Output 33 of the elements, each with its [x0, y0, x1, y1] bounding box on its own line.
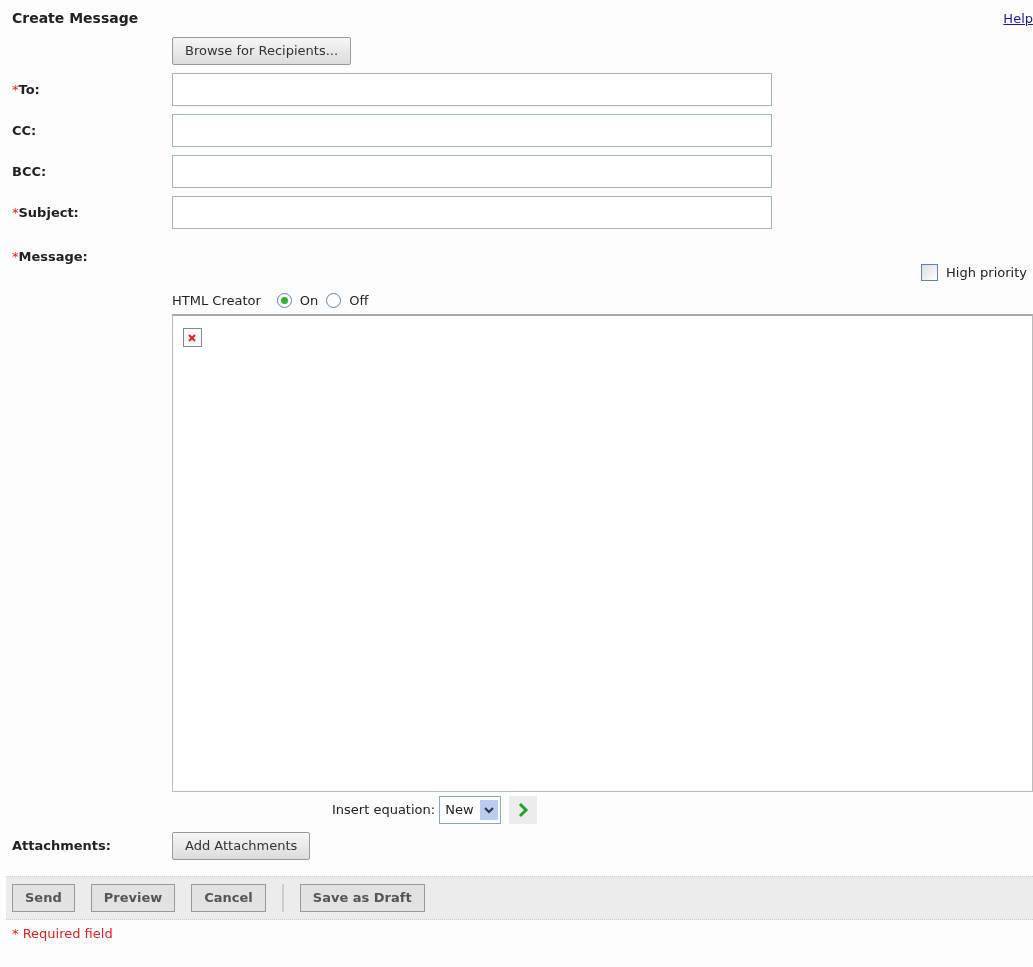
required-note: * Required field	[12, 925, 114, 943]
required-marker: *	[12, 249, 19, 264]
input-field[interactable]	[172, 114, 772, 147]
checkbox-label: High priority	[946, 264, 1027, 282]
radio-label: On	[299, 291, 319, 310]
required-marker: *	[12, 204, 19, 220]
html-creator-label: HTML Creator	[172, 291, 261, 310]
required-marker: *	[12, 81, 19, 97]
input-field[interactable]	[172, 155, 772, 188]
browse-button[interactable]: Browse for Recipients...	[172, 37, 352, 65]
input-field[interactable]	[172, 73, 772, 106]
equation-label: Insert equation:	[332, 801, 436, 820]
action-button[interactable]: Preview	[90, 884, 176, 912]
input-field[interactable]	[172, 196, 772, 229]
broken-image-icon	[183, 328, 203, 348]
radio-label: Off	[349, 291, 369, 310]
action-button[interactable]: Send	[12, 884, 75, 912]
help-link[interactable]: Help	[1003, 8, 1033, 29]
page-title: Create Message	[12, 9, 139, 28]
action-button[interactable]: Save as Draft	[299, 884, 425, 912]
equation-select[interactable]: New	[439, 796, 501, 824]
dropdown-icon	[479, 800, 498, 820]
field-label: Message:	[18, 249, 88, 264]
radio-button[interactable]	[326, 292, 342, 308]
field-label: CC:	[12, 122, 37, 138]
field-label: Subject:	[18, 204, 79, 220]
add-attachments-button[interactable]: Add Attachments	[172, 832, 311, 860]
attachments-label: Attachments:	[12, 837, 112, 856]
checkbox[interactable]	[921, 264, 939, 282]
radio-button[interactable]	[276, 292, 292, 308]
field-label: BCC:	[12, 163, 47, 179]
action-button[interactable]: Cancel	[191, 884, 266, 912]
field-label: To:	[18, 81, 40, 97]
